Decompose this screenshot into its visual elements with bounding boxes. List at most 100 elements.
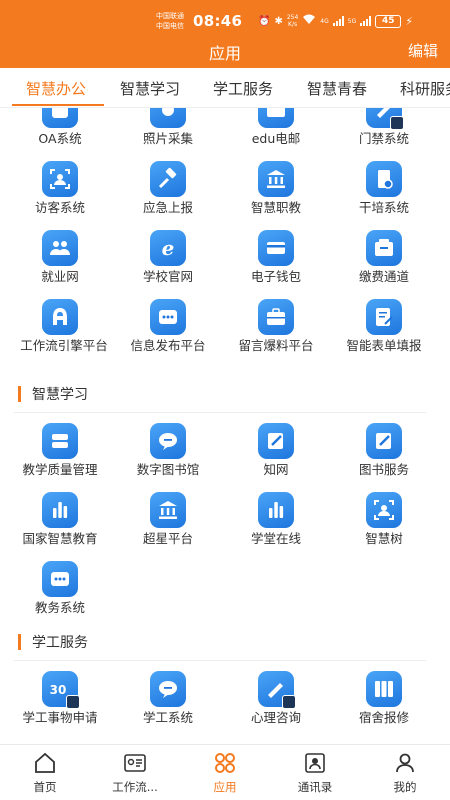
apps-icon (215, 753, 235, 773)
visitor-icon (366, 492, 402, 528)
edit-icon (258, 423, 294, 459)
wallet-icon (366, 230, 402, 266)
calendar-icon: 30 (42, 671, 80, 709)
bluetooth-icon: ✱ (274, 15, 283, 27)
gavel-icon (150, 161, 186, 197)
app-label: 门禁系统 (358, 131, 409, 146)
section-divider (14, 412, 426, 413)
nav-label: 首页 (33, 780, 57, 794)
section-title-student: 学工服务 (18, 632, 88, 652)
network-speed: 254 K/s (287, 14, 298, 28)
nav-label: 通讯录 (297, 780, 333, 794)
app-label: 智能表单填报 (346, 338, 422, 353)
top-bar: 中国联通 中国电信 08:46 ⏰ ✱ 254 K/s 4G 5G 45 ⚡ 应… (0, 0, 450, 68)
card-icon (258, 230, 294, 266)
app-label: 数字图书馆 (136, 462, 200, 477)
a-icon (42, 299, 78, 335)
svg-text:e: e (162, 236, 175, 260)
visitor-icon (42, 161, 78, 197)
tab-smart-youth[interactable]: 智慧青春 (307, 78, 367, 99)
svg-text:30: 30 (50, 683, 67, 697)
app-label: 照片采集 (142, 131, 193, 146)
app-label: 教务系统 (34, 600, 85, 615)
bank-icon (258, 161, 294, 197)
nav-workflow[interactable]: 工作流... (90, 745, 180, 800)
nav-apps[interactable]: 应用 (180, 745, 270, 800)
app-list: OA系统 照片采集 edu电邮 门禁系统 访客系统 应急上报 智慧职教 干培系统… (0, 108, 450, 744)
tab-smart-office[interactable]: 智慧办公 (26, 78, 86, 99)
app-label: 宿舍报修 (358, 710, 409, 725)
app-label: 超星平台 (142, 531, 193, 546)
tab-smart-learning[interactable]: 智慧学习 (120, 78, 180, 99)
message-icon (42, 561, 78, 597)
app-label: 信息发布平台 (130, 338, 206, 353)
nav-profile[interactable]: 我的 (360, 745, 450, 800)
page-title: 应用 (208, 44, 241, 63)
speed-unit: K/s (288, 21, 298, 28)
user-icon (396, 753, 414, 773)
pen-icon (258, 671, 296, 709)
nav-label: 我的 (393, 780, 417, 794)
chat-icon (150, 423, 186, 459)
wifi-icon (302, 14, 316, 28)
app-label: 学工事物申请 (22, 710, 98, 725)
training-icon (366, 161, 402, 197)
section-divider (14, 660, 426, 661)
app-label: 工作流引擎平台 (20, 338, 108, 353)
app-label: 学工系统 (142, 710, 193, 725)
tab-student-services[interactable]: 学工服务 (213, 78, 273, 99)
app-label: 教学质量管理 (22, 462, 98, 477)
form-icon (366, 299, 402, 335)
ie-icon: e (150, 230, 186, 266)
app-label: 电子钱包 (250, 269, 301, 284)
bottom-nav: 首页 工作流... 应用 通讯录 我的 (0, 744, 450, 800)
category-tabs: 智慧办公 智慧学习 学工服务 智慧青春 科研服务 (0, 68, 450, 108)
net-type-2: 5G (347, 17, 357, 25)
app-label: 国家智慧教育 (22, 531, 98, 546)
columns-icon (366, 671, 402, 707)
speed-value: 254 (286, 14, 299, 21)
edit-icon (366, 423, 402, 459)
people-icon (42, 230, 78, 266)
active-tab-indicator (12, 104, 104, 106)
app-label: edu电邮 (251, 131, 301, 146)
app-label: 访客系统 (34, 200, 85, 215)
user-badge-icon (282, 695, 296, 709)
contacts-icon (305, 753, 325, 773)
app-label: 缴费通道 (358, 269, 409, 284)
app-label: 智慧职教 (250, 200, 301, 215)
app-label: 心理咨询 (250, 710, 301, 725)
id-card-icon (124, 754, 146, 772)
nav-home[interactable]: 首页 (0, 745, 90, 800)
nav-label: 工作流... (112, 780, 158, 794)
status-bar: 中国联通 中国电信 08:46 ⏰ ✱ 254 K/s 4G 5G 45 ⚡ (0, 0, 450, 40)
bar-chart-icon (42, 492, 78, 528)
chat-icon (150, 671, 186, 707)
user-badge-icon (66, 695, 80, 709)
app-label: 图书服务 (358, 462, 409, 477)
briefcase-icon (258, 299, 294, 335)
clock: 08:46 (193, 12, 243, 30)
carrier-1: 中国联通 (156, 12, 184, 20)
access-icon (366, 108, 404, 130)
signal-icon-2 (360, 16, 372, 26)
bank-icon (150, 492, 186, 528)
app-label: 学校官网 (142, 269, 193, 284)
camera-icon (150, 108, 186, 128)
carrier-info: 中国联通 中国电信 (156, 11, 184, 31)
battery-level: 45 (375, 14, 402, 28)
net-type-1: 4G (320, 17, 329, 25)
edit-button[interactable]: 编辑 (408, 40, 438, 61)
home-icon (35, 752, 55, 773)
app-label: 学堂在线 (250, 531, 301, 546)
nav-label: 应用 (213, 780, 237, 794)
nav-contacts[interactable]: 通讯录 (270, 745, 360, 800)
app-label: 留言爆料平台 (238, 338, 314, 353)
charging-icon: ⚡ (405, 14, 413, 28)
server-icon (42, 423, 78, 459)
alarm-icon: ⏰ (258, 15, 271, 27)
tab-research[interactable]: 科研服务 (400, 78, 450, 99)
app-label: 就业网 (41, 269, 79, 284)
app-label: OA系统 (38, 131, 82, 146)
user-badge-icon (390, 116, 404, 130)
